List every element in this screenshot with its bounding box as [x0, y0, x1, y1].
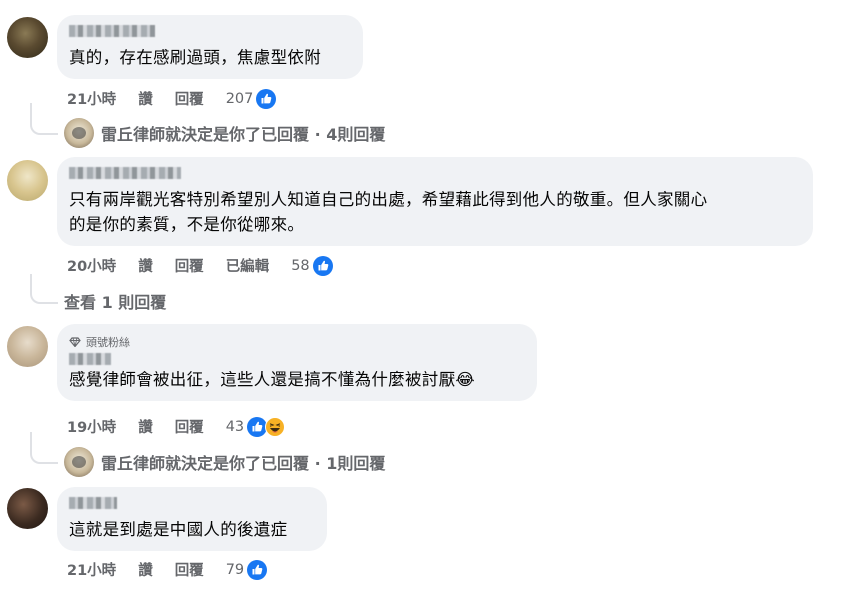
commenter-avatar[interactable] [7, 17, 48, 58]
like-button[interactable]: 讚 [138, 559, 153, 580]
author-name-blurred[interactable] [69, 497, 117, 509]
author-name-blurred[interactable] [69, 353, 111, 365]
replier-avatar [64, 447, 94, 477]
comment-bubble: 頭號粉絲 感覺律師會被出征，這些人還是搞不懂為什麼被討厭😂 [57, 324, 537, 401]
reaction-count[interactable]: 207 [226, 91, 254, 107]
like-button[interactable]: 讚 [138, 416, 153, 437]
timestamp[interactable]: 19小時 [67, 416, 116, 437]
comment-bubble: 這就是到處是中國人的後遺症 [57, 487, 327, 551]
timestamp[interactable]: 21小時 [67, 88, 116, 109]
comment-bubble: 只有兩岸觀光客特別希望別人知道自己的出處，希望藉此得到他人的敬重。但人家關心 的… [57, 157, 813, 246]
comment-meta: 21小時 讚 回覆 207 [67, 88, 277, 109]
comment-text: 真的，存在感刷過頭，焦慮型依附 [69, 48, 321, 67]
comment-meta: 19小時 讚 回覆 43 [67, 416, 286, 437]
diamond-icon [69, 337, 81, 347]
replier-name[interactable]: 雷丘律師就決定是你了 [101, 121, 261, 145]
badge-label: 頭號粉絲 [86, 336, 130, 349]
reaction-count[interactable]: 43 [226, 419, 244, 435]
reply-button[interactable]: 回覆 [175, 416, 204, 437]
reply-button[interactable]: 回覆 [175, 88, 204, 109]
reply-thread[interactable]: 雷丘律師就決定是你了 已回覆 · 4則回覆 [30, 103, 385, 148]
comment-text: 這就是到處是中國人的後遺症 [69, 520, 288, 539]
reaction-count[interactable]: 79 [226, 562, 244, 578]
haha-icon[interactable] [265, 416, 286, 437]
like-icon[interactable] [247, 559, 268, 580]
like-icon[interactable] [247, 416, 268, 437]
top-fan-badge[interactable]: 頭號粉絲 [69, 334, 525, 350]
reply-thread[interactable]: 雷丘律師就決定是你了 已回覆 · 1則回覆 [30, 432, 385, 477]
replier-avatar [64, 118, 94, 148]
reply-summary[interactable]: 已回覆 · 1則回覆 [261, 450, 385, 474]
reaction-count[interactable]: 58 [291, 258, 309, 274]
author-name-blurred[interactable] [69, 167, 181, 179]
thread-connector [30, 274, 58, 304]
commenter-avatar[interactable] [7, 160, 48, 201]
comment-bubble: 真的，存在感刷過頭，焦慮型依附 [57, 15, 363, 79]
comment-text: 只有兩岸觀光客特別希望別人知道自己的出處，希望藉此得到他人的敬重。但人家關心 的… [69, 190, 708, 234]
thread-connector [30, 103, 58, 135]
thread-connector [30, 432, 58, 464]
comment-meta: 20小時 讚 回覆 已編輯 58 [67, 255, 333, 276]
like-icon[interactable] [312, 255, 333, 276]
like-button[interactable]: 讚 [138, 255, 153, 276]
replier-name[interactable]: 雷丘律師就決定是你了 [101, 450, 261, 474]
commenter-avatar[interactable] [7, 488, 48, 529]
reply-button[interactable]: 回覆 [175, 255, 204, 276]
edited-label[interactable]: 已編輯 [226, 255, 270, 276]
comment-text: 感覺律師會被出征，這些人還是搞不懂為什麼被討厭😂 [69, 370, 475, 389]
timestamp[interactable]: 21小時 [67, 559, 116, 580]
reply-summary[interactable]: 已回覆 · 4則回覆 [261, 121, 385, 145]
author-name-blurred[interactable] [69, 25, 155, 37]
comment-meta: 21小時 讚 回覆 79 [67, 559, 268, 580]
like-button[interactable]: 讚 [138, 88, 153, 109]
timestamp[interactable]: 20小時 [67, 255, 116, 276]
commenter-avatar[interactable] [7, 326, 48, 367]
view-replies-link[interactable]: 查看 1 則回覆 [64, 289, 166, 313]
like-icon[interactable] [256, 88, 277, 109]
reply-button[interactable]: 回覆 [175, 559, 204, 580]
